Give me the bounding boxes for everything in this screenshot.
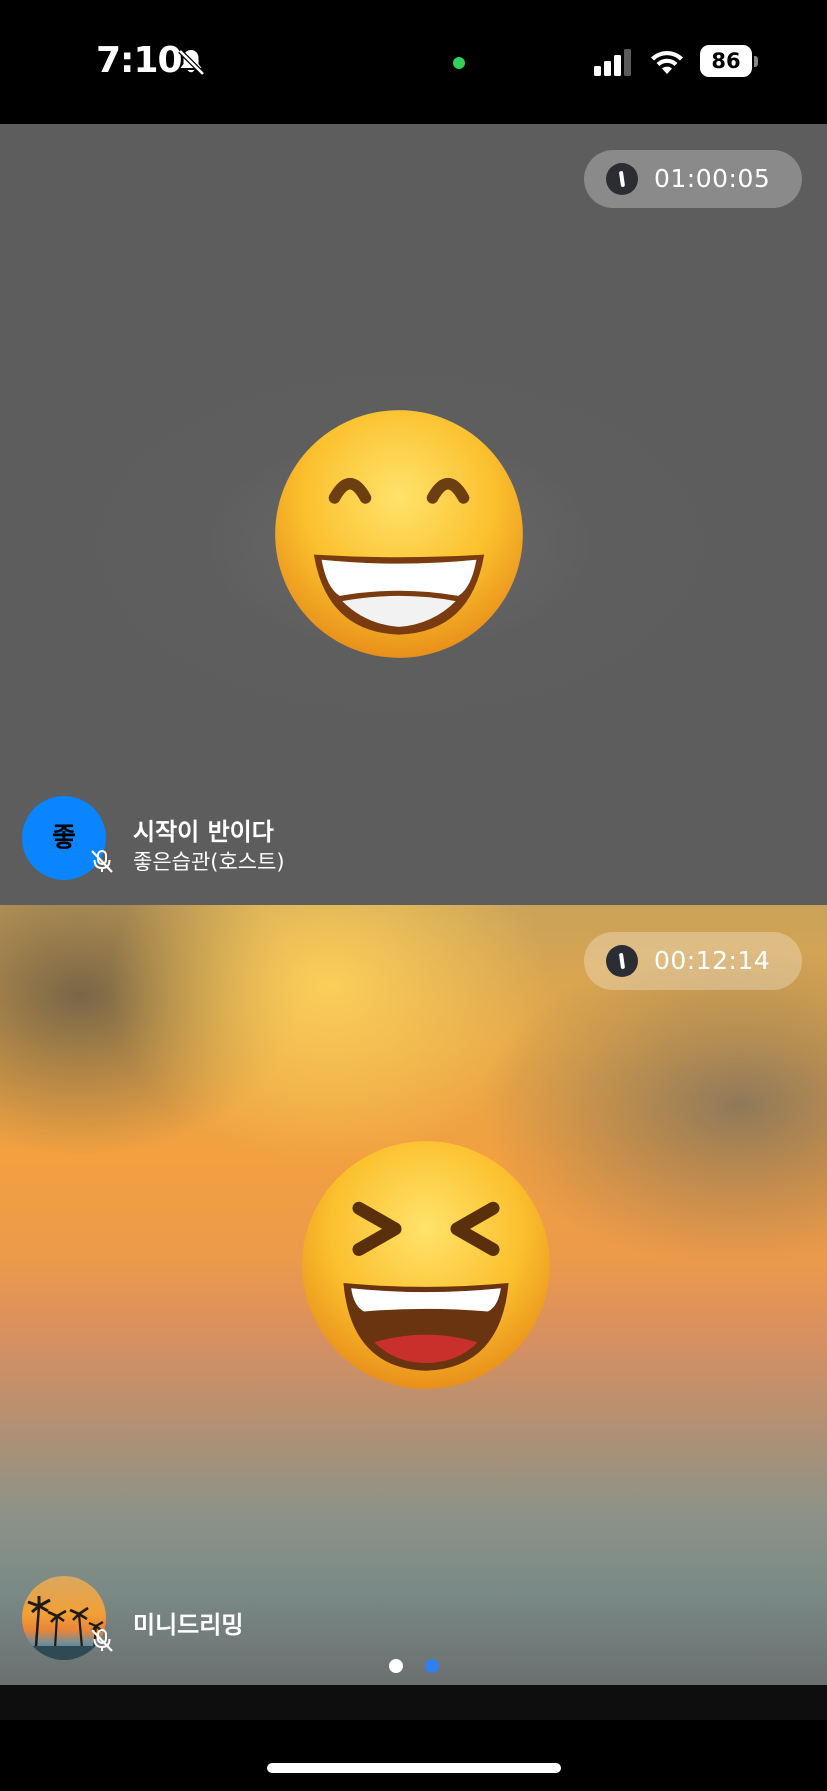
host-avatar-initial: 좋 (52, 823, 76, 853)
host-timer-pill: 01:00:05 (584, 150, 802, 208)
guest-name: 미니드리밍 (133, 1611, 244, 1639)
timer-icon (606, 163, 638, 195)
host-name: 좋은습관(호스트) (133, 850, 285, 874)
battery-icon: 86 (700, 45, 758, 77)
host-mic-muted-icon (91, 850, 113, 873)
bell-off-icon (178, 49, 205, 76)
recording-indicator (453, 57, 465, 69)
room-title: 시작이 반이다 (133, 818, 274, 846)
bottom-toolbar-area (0, 1685, 827, 1720)
battery-level: 86 (700, 45, 752, 77)
page-dot-1[interactable] (389, 1659, 403, 1673)
host-timer: 01:00:05 (654, 164, 771, 193)
host-video-tile[interactable]: 01:00:05 좋 시작이 반이다 좋은습관(호스트) (0, 124, 827, 905)
page-indicator[interactable] (0, 1659, 827, 1675)
page-dot-2[interactable] (425, 1659, 439, 1673)
timer-icon (606, 945, 638, 977)
guest-timer-pill: 00:12:14 (584, 932, 802, 990)
guest-timer: 00:12:14 (654, 946, 771, 975)
home-indicator[interactable] (267, 1763, 561, 1773)
status-time: 7:10 (96, 40, 183, 81)
guest-video-tile[interactable]: 00:12:14 미니드리밍 (0, 905, 827, 1685)
cellular-signal-icon (594, 49, 631, 76)
status-bar: 7:10 86 (0, 0, 827, 124)
wifi-icon (651, 51, 683, 74)
guest-mic-muted-icon (91, 1629, 113, 1652)
grinning-squinting-emoji (302, 1141, 550, 1389)
grinning-smiling-eyes-emoji (275, 410, 523, 658)
